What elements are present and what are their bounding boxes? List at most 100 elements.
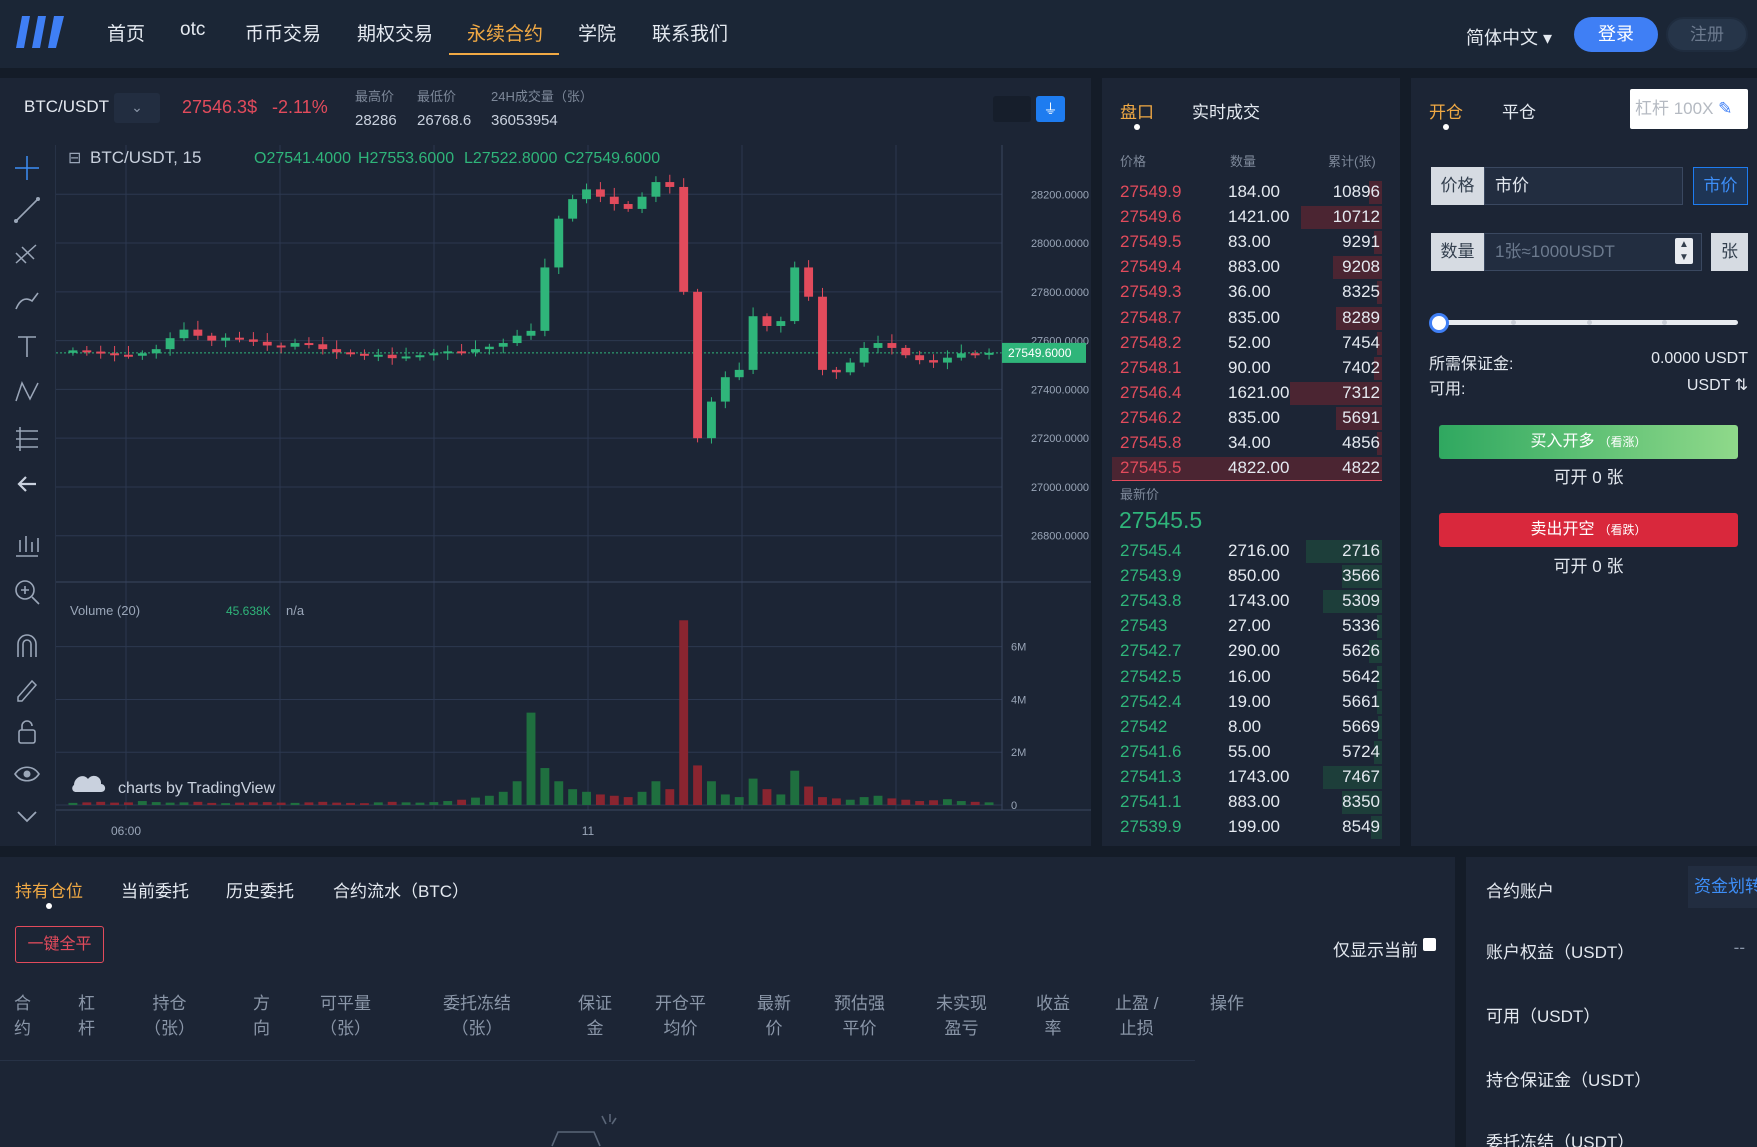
buy-long-button[interactable]: 买入开多 （看涨） <box>1439 425 1738 459</box>
candle <box>235 337 244 340</box>
register-button[interactable]: 注册 <box>1666 17 1748 52</box>
nav-item[interactable]: 首页 <box>107 19 145 46</box>
column-header-line: 持仓 <box>152 994 187 1013</box>
show-current-checkbox[interactable] <box>1423 938 1436 951</box>
qty-input[interactable]: 1张≈1000USDT ▲ ▼ <box>1484 233 1702 271</box>
positions-tab[interactable]: 历史委托 <box>226 877 294 902</box>
bid-row[interactable]: 27542 8.00 5669 <box>1112 715 1382 740</box>
candle <box>901 347 911 356</box>
ask-row[interactable]: 27549.3 36.00 8325 <box>1112 280 1382 305</box>
indicator-icon[interactable] <box>12 530 42 560</box>
brush-icon[interactable] <box>12 285 42 315</box>
positions-tab[interactable]: 当前委托 <box>121 877 189 902</box>
price-input[interactable]: 市价 <box>1484 167 1683 205</box>
column-header-line: 委托冻结 <box>443 994 511 1013</box>
book-qty: 1621.00 <box>1228 382 1290 402</box>
trend-line-icon[interactable] <box>12 195 42 225</box>
chart-type-toggle[interactable] <box>993 96 1031 122</box>
volume-bar <box>540 768 550 805</box>
lock-drawing-icon[interactable] <box>12 675 42 705</box>
ask-row[interactable]: 27546.2 835.00 5691 <box>1112 406 1382 431</box>
bid-row[interactable]: 27545.4 2716.00 2716 <box>1112 539 1382 564</box>
pattern-icon[interactable] <box>12 377 42 407</box>
volume-bar <box>96 801 106 805</box>
nav-item[interactable]: 币币交易 <box>245 19 321 46</box>
tab-orderbook[interactable]: 盘口 <box>1120 98 1154 123</box>
book-price: 27548.7 <box>1120 307 1182 327</box>
candle <box>179 329 189 339</box>
tab-live-trades[interactable]: 实时成交 <box>1192 98 1260 123</box>
bid-row[interactable]: 27543 27.00 5336 <box>1112 614 1382 639</box>
crosshair-icon[interactable] <box>12 153 42 183</box>
bid-row[interactable]: 27542.5 16.00 5642 <box>1112 665 1382 690</box>
tab-open-position[interactable]: 开仓 <box>1429 98 1463 123</box>
language-selector[interactable]: 简体中文 ▾ <box>1466 24 1552 50</box>
ask-row[interactable]: 27549.5 83.00 9291 <box>1112 230 1382 255</box>
back-arrow-icon[interactable] <box>12 469 42 499</box>
ask-row[interactable]: 27548.7 835.00 8289 <box>1112 306 1382 331</box>
bid-row[interactable]: 27543.8 1743.00 5309 <box>1112 589 1382 614</box>
stepper-icon[interactable]: ▲ ▼ <box>1675 238 1693 264</box>
bid-row[interactable]: 27541.1 883.00 8350 <box>1112 790 1382 815</box>
unit-button[interactable]: 张 <box>1711 233 1748 271</box>
sell-short-button[interactable]: 卖出开空 （看跌） <box>1439 513 1738 547</box>
price-chart[interactable]: 28200.000028000.000027800.000027600.0000… <box>56 145 1091 845</box>
positions-tab[interactable]: 合约流水（BTC） <box>333 877 469 902</box>
book-cum: 3566 <box>1342 566 1380 586</box>
tab-close-position[interactable]: 平仓 <box>1502 98 1536 123</box>
column-header: 止盈 / 止损 <box>1115 991 1158 1041</box>
margin-label: 所需保证金: <box>1429 356 1514 373</box>
nav-item[interactable]: otc <box>180 19 205 41</box>
login-button[interactable]: 登录 <box>1574 17 1658 52</box>
ask-row[interactable]: 27549.9 184.00 10896 <box>1112 180 1382 205</box>
brand-logo[interactable] <box>16 12 64 52</box>
ask-row[interactable]: 27548.1 90.00 7402 <box>1112 356 1382 381</box>
market-price-button[interactable]: 市价 <box>1693 167 1748 205</box>
slider-stop[interactable] <box>1511 320 1516 325</box>
bid-row[interactable]: 27541.3 1743.00 7467 <box>1112 765 1382 790</box>
transfer-button[interactable]: 资金划转 <box>1688 866 1757 908</box>
measure-icon[interactable] <box>12 423 42 453</box>
bid-row[interactable]: 27542.4 19.00 5661 <box>1112 690 1382 715</box>
leverage-selector[interactable]: 杠杆 100X ✎ <box>1630 89 1748 129</box>
candle <box>595 189 605 197</box>
positions-tab[interactable]: 持有仓位 <box>15 877 83 902</box>
ask-row[interactable]: 27549.6 1421.00 10712 <box>1112 205 1382 230</box>
volume-label: 24H成交量（张） <box>491 89 593 104</box>
nav-item[interactable]: 学院 <box>578 19 616 46</box>
book-price: 27541.1 <box>1120 792 1182 811</box>
pin-icon[interactable]: ⏚ <box>1036 96 1065 122</box>
nav-item[interactable]: 永续合约 <box>467 19 543 46</box>
ask-row[interactable]: 27549.4 883.00 9208 <box>1112 255 1382 280</box>
ask-row[interactable]: 27545.8 34.00 4856 <box>1112 431 1382 456</box>
bid-row[interactable]: 27543.9 850.00 3566 <box>1112 564 1382 589</box>
slider-stop[interactable] <box>1662 320 1667 325</box>
book-price: 27545.8 <box>1120 433 1182 452</box>
close-all-button[interactable]: 一键全平 <box>15 926 104 963</box>
price-tick: 26800.0000 <box>1031 531 1089 543</box>
candle <box>582 189 591 200</box>
legend-toggle-icon[interactable]: ⊟ <box>68 150 81 167</box>
book-qty: 55.00 <box>1228 741 1271 761</box>
bid-row[interactable]: 27539.9 199.00 8549 <box>1112 815 1382 840</box>
chevron-down-icon[interactable] <box>12 801 42 831</box>
bid-row[interactable]: 27542.7 290.00 5626 <box>1112 639 1382 664</box>
ask-row[interactable]: 27546.4 1621.00 7312 <box>1112 381 1382 406</box>
ask-row[interactable]: 27545.5 4822.00 4822 <box>1112 456 1382 482</box>
nav-item[interactable]: 期权交易 <box>357 19 433 46</box>
slider-stop[interactable] <box>1587 320 1592 325</box>
text-tool-icon[interactable] <box>12 331 42 361</box>
pair-dropdown[interactable]: ⌄ <box>114 93 160 123</box>
slider-handle[interactable] <box>1429 313 1449 333</box>
eye-icon[interactable] <box>12 759 42 789</box>
candle <box>845 362 855 373</box>
bid-row[interactable]: 27541.6 55.00 5724 <box>1112 740 1382 765</box>
fib-tool-icon[interactable] <box>12 239 42 269</box>
ask-row[interactable]: 27548.2 52.00 7454 <box>1112 331 1382 356</box>
candle <box>568 199 578 219</box>
magnet-icon[interactable] <box>12 631 42 661</box>
lock-icon[interactable] <box>12 717 42 747</box>
legend-high: H27553.6000 <box>358 150 454 167</box>
zoom-in-icon[interactable] <box>12 577 42 607</box>
nav-item[interactable]: 联系我们 <box>652 19 728 46</box>
